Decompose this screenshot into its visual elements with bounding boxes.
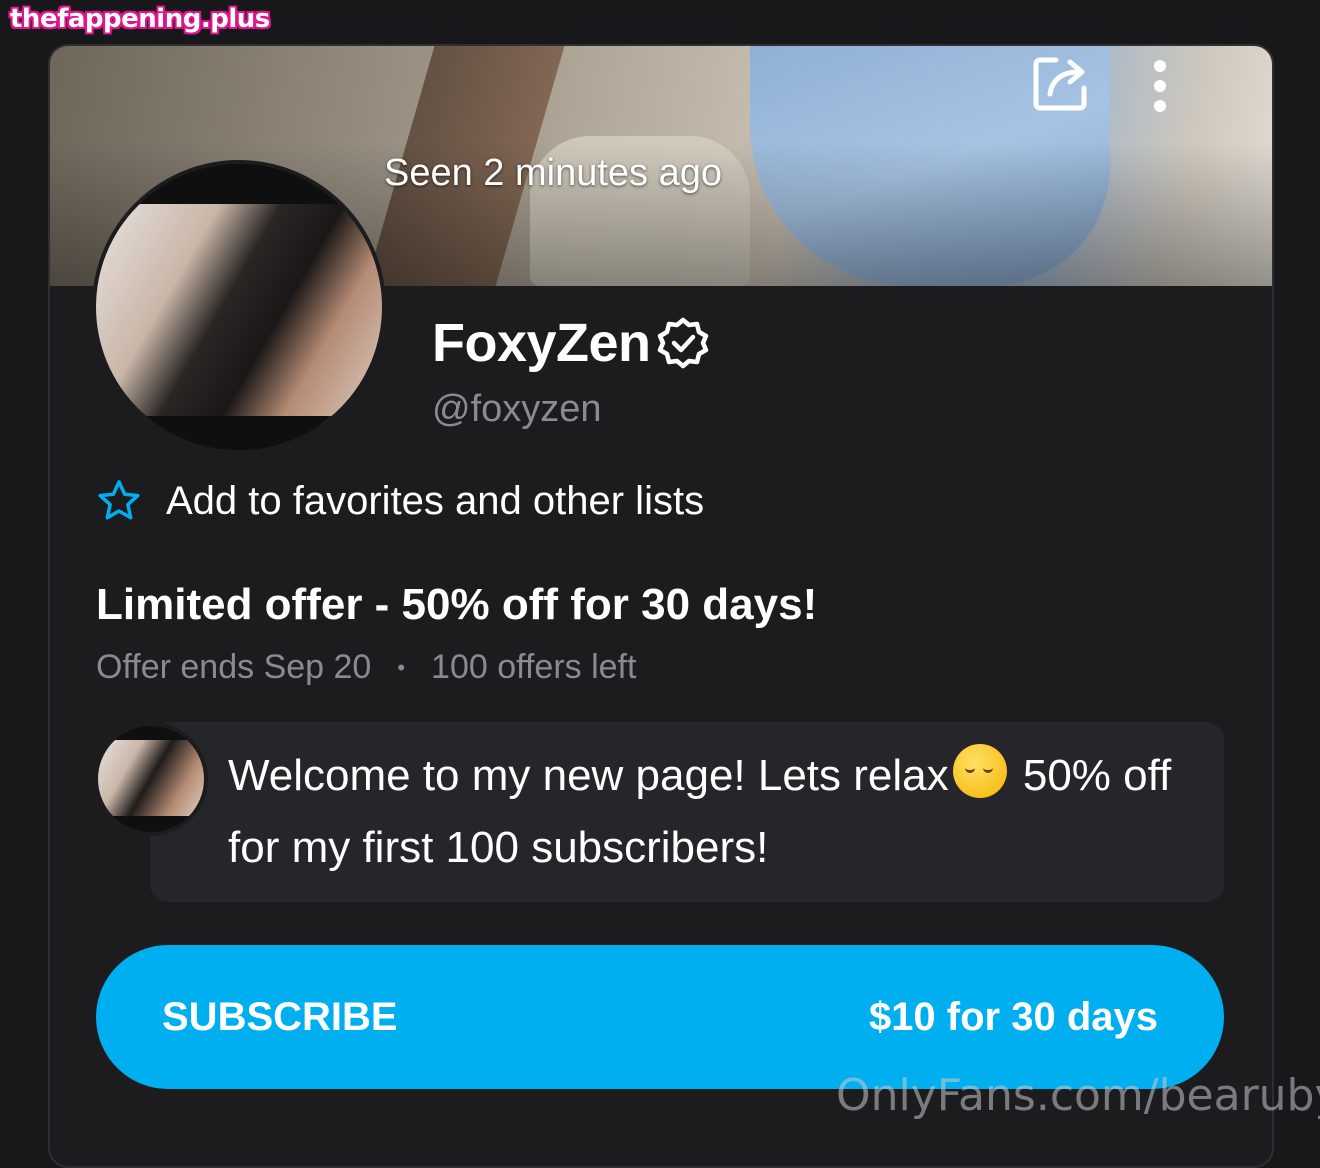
subscribe-button[interactable]: SUBSCRIBE $10 for 30 days <box>96 945 1224 1089</box>
offers-left: 100 offers left <box>431 648 637 686</box>
display-name: FoxyZen <box>432 313 651 373</box>
subscribe-label: SUBSCRIBE <box>162 994 398 1039</box>
message-text-part1: Welcome to my new page! Lets relax <box>228 751 949 800</box>
offer-separator: • <box>397 654 406 680</box>
kebab-menu-icon <box>1154 60 1166 112</box>
avatar-image <box>96 204 382 424</box>
welcome-message-text: Welcome to my new page! Lets relax 50% o… <box>228 740 1188 884</box>
onlyfans-watermark: OnlyFans.com/bearuby <box>836 1070 1320 1121</box>
share-icon <box>1033 57 1087 111</box>
more-options-button[interactable] <box>1140 56 1180 116</box>
offer-meta: Offer ends Sep 20 • 100 offers left <box>96 648 636 687</box>
avatar-letterbox-top <box>96 164 382 204</box>
offer-ends: Offer ends Sep 20 <box>96 648 372 686</box>
relieved-face-emoji-icon <box>952 744 1007 798</box>
profile-avatar[interactable] <box>92 160 386 454</box>
star-icon <box>98 480 140 520</box>
offer-title: Limited offer - 50% off for 30 days! <box>96 580 818 629</box>
site-watermark-badge: thefappening.plus <box>10 4 270 34</box>
add-to-favorites-label: Add to favorites and other lists <box>166 478 705 523</box>
share-button[interactable] <box>1028 52 1092 116</box>
username-handle[interactable]: @foxyzen <box>432 388 602 431</box>
add-to-favorites-button[interactable]: Add to favorites and other lists <box>96 478 704 524</box>
verified-badge-icon <box>657 317 708 369</box>
last-seen-status: Seen 2 minutes ago <box>384 152 723 194</box>
subscribe-price: $10 for 30 days <box>868 994 1158 1039</box>
message-avatar <box>94 722 208 836</box>
name-row: FoxyZen <box>432 312 711 374</box>
avatar-letterbox-bottom <box>96 416 382 450</box>
